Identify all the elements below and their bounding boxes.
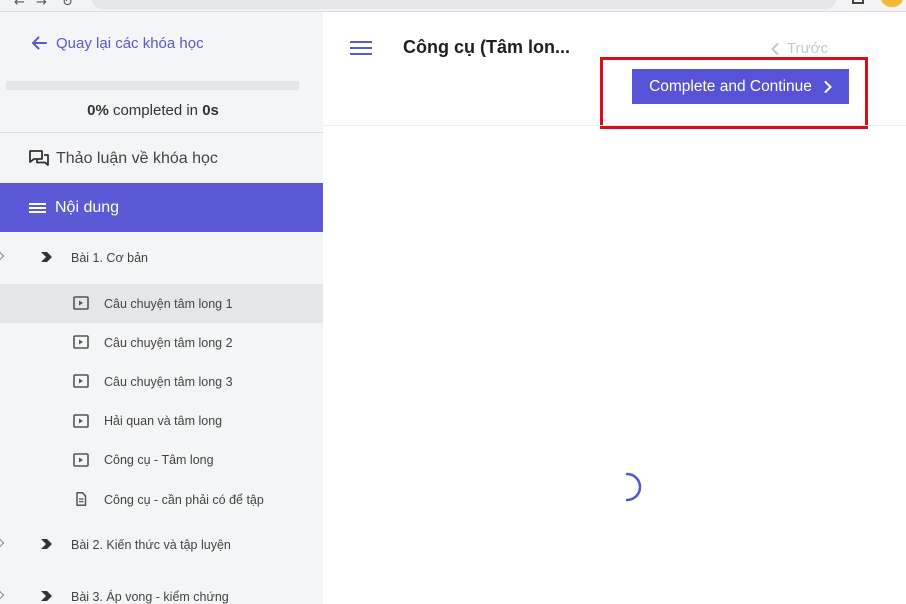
content-menu-tab[interactable]: Nội dung <box>0 183 323 232</box>
progress-time: 0s <box>202 102 219 119</box>
sidebar-divider <box>0 132 323 133</box>
chat-bubbles-icon <box>29 150 49 166</box>
menu-toggle-icon[interactable] <box>350 39 372 57</box>
arrow-left-icon <box>32 36 47 50</box>
extension-icon[interactable] <box>852 0 864 4</box>
browser-forward-icon[interactable]: → <box>36 0 47 10</box>
browser-back-icon[interactable]: ← <box>14 0 25 10</box>
section-label: Bài 3. Áp vong - kiểm chứng <box>71 590 229 604</box>
video-icon <box>73 413 89 428</box>
chevron-right-icon <box>41 591 52 602</box>
video-icon <box>73 296 89 310</box>
course-curriculum: Bài 1. Cơ bản Câu chuyện tâm long 1 Câu … <box>0 232 323 604</box>
lesson-item[interactable]: Công cụ - cần phải có để tập <box>0 480 323 519</box>
browser-reload-icon[interactable]: ↻ <box>62 0 73 10</box>
header-divider <box>323 125 906 126</box>
collapse-caret-icon <box>0 590 5 600</box>
lecture-main: Công cụ (Tâm lon... Trước Complete and C… <box>323 12 906 604</box>
content-label: Nội dung <box>55 198 120 216</box>
lesson-item[interactable]: Công cụ - Tâm long <box>0 441 323 480</box>
video-icon <box>73 452 89 467</box>
collapse-caret-icon <box>0 538 5 548</box>
section-header[interactable]: Bài 1. Cơ bản <box>0 232 323 284</box>
video-icon <box>73 374 89 389</box>
address-bar[interactable] <box>92 0 836 9</box>
lesson-label: Câu chuyện tâm long 2 <box>104 335 233 350</box>
chevron-right-icon <box>41 252 52 262</box>
chevron-left-icon <box>771 42 779 55</box>
highlight-annotation-box <box>600 57 868 129</box>
progress-middle: completed in <box>108 102 203 119</box>
lesson-item[interactable]: Câu chuyện tâm long 2 <box>0 323 323 362</box>
section-label: Bài 1. Cơ bản <box>71 251 148 265</box>
section-header[interactable]: Bài 3. Áp vong - kiểm chứng <box>0 571 323 604</box>
lesson-item[interactable]: Câu chuyện tâm long 1 <box>0 284 323 324</box>
lesson-title: Công cụ (Tâm lon... <box>403 37 570 57</box>
lesson-item[interactable]: Câu chuyện tâm long 3 <box>0 362 323 401</box>
video-icon <box>73 335 89 349</box>
course-progress-bar <box>6 81 299 90</box>
lesson-label: Công cụ - cần phải có để tập <box>104 492 264 507</box>
browser-toolbar: ← → ↻ <box>0 0 906 12</box>
profile-avatar[interactable] <box>881 0 903 7</box>
section-label: Bài 2. Kiến thức và tập luyện <box>71 538 231 553</box>
previous-label: Trước <box>787 40 828 57</box>
course-sidebar: Quay lại các khóa học 0% completed in 0s… <box>0 12 323 604</box>
previous-lesson-link[interactable]: Trước <box>771 40 828 57</box>
document-icon <box>76 491 87 506</box>
section-header[interactable]: Bài 2. Kiến thức và tập luyện <box>0 519 323 571</box>
progress-percent: 0% <box>87 102 109 119</box>
back-to-courses-link[interactable]: Quay lại các khóa học <box>30 32 204 54</box>
lesson-label: Câu chuyện tâm long 3 <box>104 374 233 389</box>
collapse-caret-icon <box>0 251 5 261</box>
lesson-label: Câu chuyện tâm long 1 <box>104 296 233 311</box>
discussion-label: Thảo luận về khóa học <box>56 150 218 167</box>
back-link-label: Quay lại các khóa học <box>56 34 204 52</box>
course-discussion-link[interactable]: Thảo luận về khóa học <box>28 148 218 170</box>
chevron-right-icon <box>41 539 52 550</box>
list-icon <box>29 202 46 213</box>
lesson-label: Hải quan và tâm long <box>104 414 223 429</box>
lesson-item[interactable]: Hải quan và tâm long <box>0 402 323 441</box>
loading-spinner-icon <box>625 472 642 502</box>
progress-summary: 0% completed in 0s <box>0 102 306 119</box>
lesson-label: Công cụ - Tâm long <box>104 453 214 468</box>
